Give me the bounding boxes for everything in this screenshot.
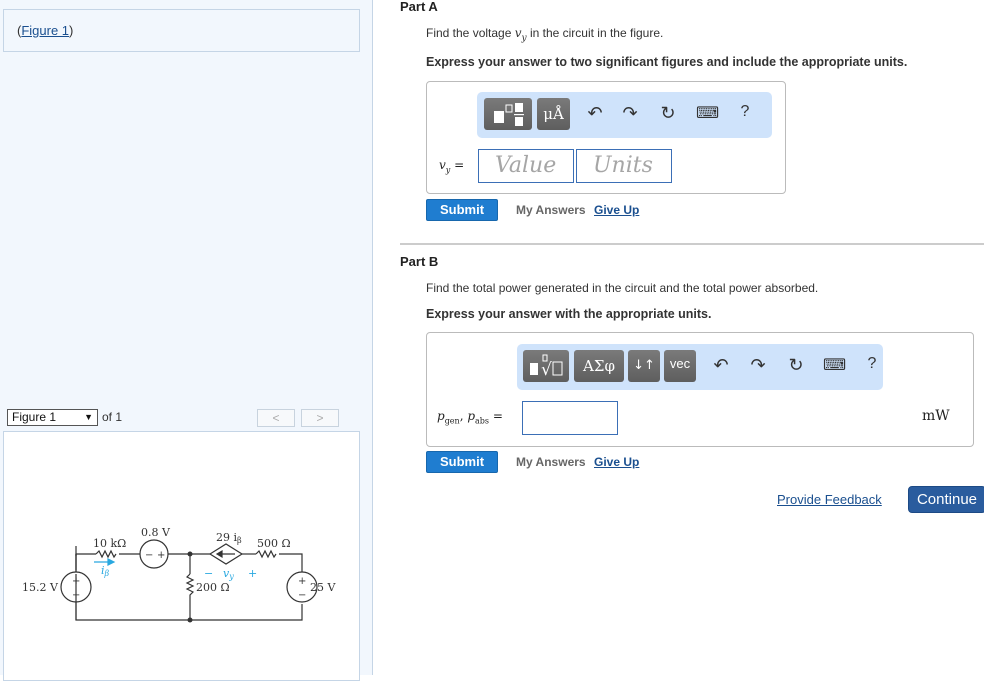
wire-bottom-right [190, 604, 303, 621]
circuit-diagram: 15.2 V 10 kΩ 0.8 V − + 29 iβ 500 Ω 200 Ω… [22, 526, 336, 623]
label-0-8v: 0.8 V [141, 526, 171, 539]
next-figure-button[interactable]: > [301, 409, 339, 427]
wire-top-right [279, 553, 303, 572]
sub-superscript-button[interactable]: ↓↑ [628, 350, 660, 382]
part-b-instruction: Express your answer with the appropriate… [426, 307, 712, 321]
part-divider [400, 243, 984, 245]
part-b-answer-box: √ ΑΣφ ↓↑ vec ↶ ↷ ↻ ⌨ ? pgen, pabs = mW [426, 332, 974, 447]
part-b-question: Find the total power generated in the ci… [426, 281, 819, 295]
figure-count: of 1 [102, 410, 123, 424]
reset-icon[interactable]: ↻ [657, 103, 679, 124]
part-b-title: Part B [400, 254, 439, 269]
keyboard-icon[interactable]: ⌨ [696, 103, 719, 123]
plus-sign: + [157, 550, 165, 561]
vy-plus: + [248, 567, 257, 580]
label-15-2v: 15.2 V [22, 581, 59, 594]
prev-figure-button[interactable]: < [257, 409, 295, 427]
part-a-my-answers[interactable]: My Answers [516, 203, 586, 217]
undo-icon[interactable]: ↶ [710, 355, 732, 376]
keyboard-icon[interactable]: ⌨ [823, 355, 846, 375]
redo-icon[interactable]: ↷ [619, 103, 641, 124]
continue-button[interactable]: Continue [908, 486, 984, 513]
dropdown-caret-icon: ▼ [84, 412, 93, 422]
resistor-500 [255, 549, 277, 559]
var-p: p [467, 409, 476, 423]
figure-frame: 15.2 V 10 kΩ 0.8 V − + 29 iβ 500 Ω 200 Ω… [3, 431, 360, 681]
templates-button[interactable] [484, 98, 532, 130]
plus-sign: + [298, 576, 306, 587]
equals: = [450, 158, 465, 172]
part-b-my-answers[interactable]: My Answers [516, 455, 586, 469]
part-a-give-up-link[interactable]: Give Up [594, 203, 639, 217]
label-10k: 10 kΩ [93, 537, 126, 550]
part-b-give-up-link[interactable]: Give Up [594, 455, 639, 469]
wire-top-left [75, 553, 96, 570]
figure-panel: (Figure 1) Figure 1 ▼ of 1 < > 15.2 V 10… [0, 0, 373, 681]
var-p: p [437, 409, 445, 423]
templates-root-button[interactable]: √ [523, 350, 569, 382]
help-icon[interactable]: ? [861, 355, 883, 373]
svg-text:√: √ [541, 360, 552, 380]
arrow-left-icon [215, 549, 235, 559]
part-a-question: Find the voltage vy in the circuit in th… [426, 26, 663, 43]
label-ib: iβ [101, 564, 110, 578]
node-dot [187, 551, 193, 557]
wire-bottom-left [75, 574, 190, 621]
undo-icon[interactable]: ↶ [584, 103, 606, 124]
part-a-answer-box: μÅ ↶ ↷ ↻ ⌨ ? vy = Value Units [426, 81, 786, 194]
label-vy: vy [223, 567, 234, 581]
resistor-200 [185, 573, 195, 620]
question-text: Find the voltage [426, 26, 515, 40]
figure-navigator: Figure 1 ▼ of 1 < > [7, 408, 360, 428]
equals: = [489, 409, 503, 423]
part-b-submit-button[interactable]: Submit [426, 451, 498, 473]
part-a-title: Part A [400, 0, 438, 14]
minus-sign: − [145, 550, 153, 561]
node-dot [187, 617, 193, 623]
value-input[interactable]: Value [478, 149, 574, 183]
chevron-right-icon: > [316, 411, 324, 425]
templates-icon [494, 103, 524, 126]
part-a-instruction: Express your answer to two significant f… [426, 55, 908, 69]
part-a-math-toolbar: μÅ ↶ ↷ ↻ ⌨ ? [477, 92, 772, 138]
var-v: v [514, 26, 522, 40]
label-200: 200 Ω [196, 581, 230, 594]
unit-label: mW [922, 408, 950, 424]
var-sub-gen: gen [444, 416, 460, 426]
question-panel: Part A Find the voltage vy in the circui… [374, 0, 984, 675]
label-500: 500 Ω [257, 537, 291, 550]
figure-reference: (Figure 1) [17, 23, 73, 38]
vector-button[interactable]: vec [664, 350, 696, 382]
units-button[interactable]: μÅ [537, 98, 570, 130]
figure-1-link[interactable]: Figure 1 [21, 23, 69, 38]
paren-close: ) [69, 23, 74, 38]
provide-feedback-link[interactable]: Provide Feedback [777, 492, 882, 507]
power-input[interactable] [522, 401, 618, 435]
resistor-10k [95, 549, 117, 559]
figure-select-value: Figure 1 [12, 410, 57, 424]
label-29ib: 29 iβ [216, 531, 242, 545]
part-a-submit-button[interactable]: Submit [426, 199, 498, 221]
question-text: in the circuit in the figure. [526, 26, 664, 40]
redo-icon[interactable]: ↷ [747, 355, 769, 376]
part-b-math-toolbar: √ ΑΣφ ↓↑ vec ↶ ↷ ↻ ⌨ ? [517, 344, 883, 390]
power-label: pgen, pabs = [437, 409, 503, 425]
var-sub-abs: abs [475, 416, 490, 426]
label-25v: 25 V [310, 581, 336, 594]
minus-sign: − [72, 590, 80, 601]
greek-symbols-button[interactable]: ΑΣφ [574, 350, 624, 382]
root-templates-icon: √ [530, 354, 563, 380]
var-v: v [439, 158, 446, 172]
vy-minus: − [204, 567, 213, 580]
reset-icon[interactable]: ↻ [785, 355, 807, 376]
figure-select[interactable]: Figure 1 ▼ [7, 409, 98, 426]
figure-reference-box: (Figure 1) [3, 9, 360, 52]
units-input[interactable]: Units [576, 149, 672, 183]
chevron-left-icon: < [272, 411, 280, 425]
minus-sign: − [298, 590, 306, 601]
vy-label: vy = [439, 158, 464, 174]
help-icon[interactable]: ? [734, 103, 756, 121]
plus-sign: + [72, 576, 80, 587]
